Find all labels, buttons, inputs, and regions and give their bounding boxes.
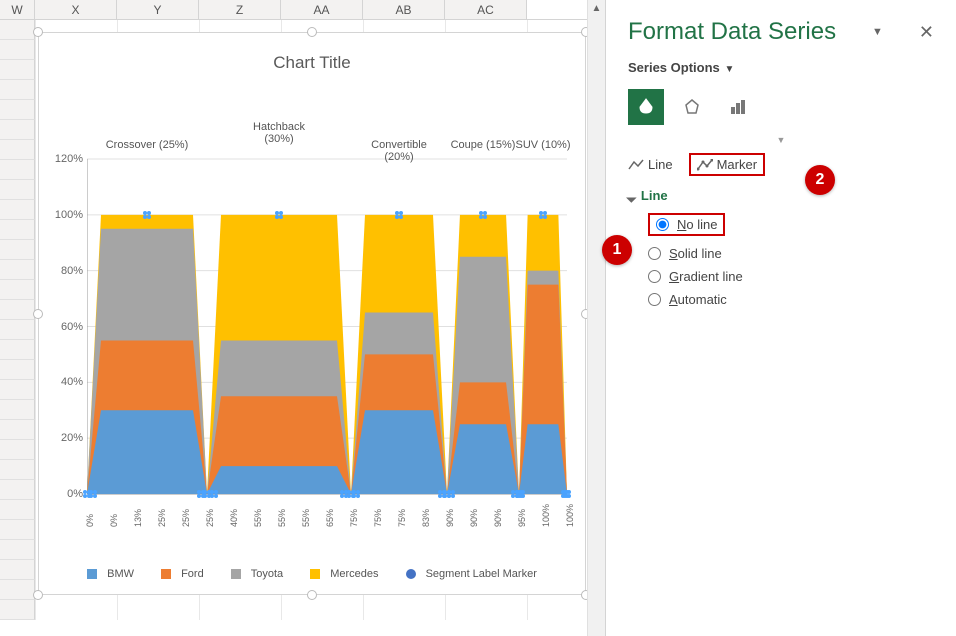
- column-headers: W X Y Z AA AB AC: [0, 0, 605, 20]
- section-line[interactable]: Line: [628, 188, 934, 203]
- radio-input-auto[interactable]: [648, 293, 661, 306]
- x-axis-label: 25%: [205, 509, 215, 527]
- data-point-marker[interactable]: [143, 211, 151, 219]
- spreadsheet-area: W X Y Z AA AB AC Chart Title 0% 20% 40%: [0, 0, 605, 636]
- segment-label: Coupe (15%): [451, 139, 516, 151]
- col-header-aa[interactable]: AA: [281, 0, 363, 19]
- col-header-ac[interactable]: AC: [445, 0, 527, 19]
- x-axis-label: 55%: [253, 509, 263, 527]
- format-pane: Format Data Series ▼ ✕ Series Options ▼ …: [605, 0, 956, 636]
- legend[interactable]: BMW Ford Toyota Mercedes Segment Label M…: [39, 568, 585, 582]
- x-axis-label: 90%: [469, 509, 479, 527]
- legend-item-toyota[interactable]: Toyota: [225, 568, 289, 580]
- pane-dropdown-icon[interactable]: ▼: [872, 26, 883, 38]
- resize-handle-tm[interactable]: [307, 27, 317, 37]
- y-axis-label: 0%: [47, 488, 83, 500]
- area-bmw[interactable]: [351, 410, 447, 494]
- data-point-marker[interactable]: [275, 211, 283, 219]
- x-axis-label: 25%: [181, 509, 191, 527]
- marker-icon: [697, 159, 713, 171]
- chart-object[interactable]: Chart Title 0% 20% 40% 60% 80% 100% 120% Cross…: [38, 32, 586, 595]
- y-axis-label: 60%: [47, 321, 83, 333]
- x-axis-label: 95%: [517, 509, 527, 527]
- x-axis-label: 100%: [541, 504, 551, 527]
- pane-title: Format Data Series: [628, 18, 836, 46]
- radio-no-line[interactable]: No line: [648, 213, 725, 236]
- row-headers: [0, 20, 35, 620]
- radio-automatic[interactable]: Automatic: [648, 288, 934, 311]
- x-axis-label: 75%: [373, 509, 383, 527]
- area-bmw[interactable]: [87, 410, 207, 494]
- segment-label: Crossover (25%): [106, 139, 189, 151]
- line-icon: [628, 159, 644, 171]
- legend-item-bmw[interactable]: BMW: [81, 568, 140, 580]
- data-point-marker[interactable]: [395, 211, 403, 219]
- legend-item-marker[interactable]: Segment Label Marker: [400, 568, 543, 580]
- segment-label: Convertible(20%): [371, 139, 427, 163]
- radio-input-solid[interactable]: [648, 247, 661, 260]
- plot-area[interactable]: 0%20%40%60%80%100%120% Crossover (25%)Ha…: [87, 121, 567, 524]
- x-axis-label: 25%: [157, 509, 167, 527]
- y-axis-label: 40%: [47, 376, 83, 388]
- x-axis-label: 0%: [109, 514, 119, 527]
- y-axis-label: 20%: [47, 432, 83, 444]
- chart-title[interactable]: Chart Title: [39, 33, 585, 83]
- segment-label: SUV (10%): [515, 139, 570, 151]
- x-axis-label: 13%: [133, 509, 143, 527]
- x-axis-label: 83%: [421, 509, 431, 527]
- resize-handle-tl[interactable]: [33, 27, 43, 37]
- col-header-w[interactable]: W: [0, 0, 35, 19]
- y-axis-label: 80%: [47, 265, 83, 277]
- x-axis-label: 90%: [493, 509, 503, 527]
- x-axis-label: 55%: [301, 509, 311, 527]
- x-axis-label: 75%: [349, 509, 359, 527]
- vertical-scrollbar[interactable]: ▲: [587, 0, 605, 636]
- legend-item-ford[interactable]: Ford: [155, 568, 210, 580]
- data-point-marker[interactable]: [479, 211, 487, 219]
- scroll-up-icon[interactable]: ▲: [588, 0, 605, 18]
- fill-line-icon[interactable]: [628, 89, 664, 125]
- series-options-icon[interactable]: [720, 89, 756, 125]
- callout-1: 1: [602, 235, 632, 265]
- col-header-z[interactable]: Z: [199, 0, 281, 19]
- col-header-x[interactable]: X: [35, 0, 117, 19]
- radio-solid-line[interactable]: Solid line: [648, 242, 934, 265]
- resize-handle-ml[interactable]: [33, 309, 43, 319]
- active-tab-chevron-icon: ▼: [628, 135, 934, 145]
- x-axis-label: 40%: [229, 509, 239, 527]
- chevron-down-icon: ▼: [722, 64, 735, 75]
- tab-marker[interactable]: Marker: [689, 153, 765, 176]
- chart-svg: [87, 121, 567, 524]
- area-bmw[interactable]: [207, 466, 351, 494]
- x-axis-label: 0%: [85, 514, 95, 527]
- radio-input-gradient[interactable]: [648, 270, 661, 283]
- effects-icon[interactable]: [674, 89, 710, 125]
- tab-line[interactable]: Line: [628, 157, 673, 172]
- radio-gradient-line[interactable]: Gradient line: [648, 265, 934, 288]
- close-icon[interactable]: ✕: [919, 22, 934, 43]
- col-header-ab[interactable]: AB: [363, 0, 445, 19]
- col-header-y[interactable]: Y: [117, 0, 199, 19]
- y-axis-label: 100%: [47, 209, 83, 221]
- series-options-button[interactable]: Series Options ▼: [628, 60, 934, 75]
- y-axis-label: 120%: [47, 153, 83, 165]
- segment-label: Hatchback(30%): [253, 121, 305, 145]
- radio-input-no-line[interactable]: [656, 218, 669, 231]
- x-axis-label: 55%: [277, 509, 287, 527]
- x-axis-label: 90%: [445, 509, 455, 527]
- x-axis-label: 100%: [565, 504, 575, 527]
- x-axis-label: 65%: [325, 509, 335, 527]
- x-axis-label: 75%: [397, 509, 407, 527]
- resize-handle-bl[interactable]: [33, 590, 43, 600]
- callout-2: 2: [805, 165, 835, 195]
- legend-item-mercedes[interactable]: Mercedes: [304, 568, 384, 580]
- data-point-marker[interactable]: [539, 211, 547, 219]
- resize-handle-bm[interactable]: [307, 590, 317, 600]
